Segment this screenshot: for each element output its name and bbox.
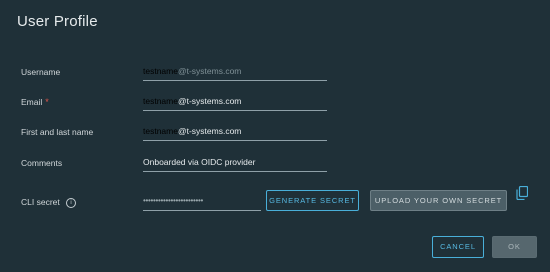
- email-domain-part: @t-systems.com: [177, 96, 242, 106]
- email-field[interactable]: testname@t-systems.com: [143, 92, 327, 111]
- username-field[interactable]: testname@t-systems.com: [143, 62, 327, 81]
- cli-secret-label: CLI secret: [21, 197, 60, 207]
- cli-secret-field[interactable]: ••••••••••••••••••••••••: [143, 192, 261, 211]
- comments-row: Comments Onboarded via OIDC provider: [0, 153, 550, 173]
- generate-secret-button[interactable]: GENERATE SECRET: [266, 190, 359, 211]
- ok-button[interactable]: OK: [492, 236, 537, 258]
- username-user-part: testname: [143, 66, 178, 76]
- email-user-part: testname: [143, 96, 178, 106]
- required-indicator: *: [45, 97, 49, 107]
- info-icon[interactable]: i: [66, 198, 76, 208]
- copy-icon[interactable]: [516, 186, 528, 200]
- comments-label: Comments: [21, 158, 63, 168]
- full-name-row: First and last name testname@t-systems.c…: [0, 122, 550, 142]
- dialog-title: User Profile: [17, 13, 98, 30]
- full-name-label: First and last name: [21, 127, 94, 137]
- user-profile-dialog: User Profile Username testname@t-systems…: [0, 0, 550, 272]
- username-row: Username testname@t-systems.com: [0, 62, 550, 82]
- comments-field[interactable]: Onboarded via OIDC provider: [143, 153, 327, 172]
- email-label: Email *: [21, 92, 49, 112]
- email-label-text: Email: [21, 97, 43, 107]
- username-domain-part: @t-systems.com: [177, 66, 242, 76]
- full-name-field[interactable]: testname@t-systems.com: [143, 122, 327, 141]
- upload-secret-button[interactable]: UPLOAD YOUR OWN SECRET: [370, 190, 507, 211]
- full-name-user-part: testname: [143, 126, 178, 136]
- email-row: Email * testname@t-systems.com: [0, 92, 550, 112]
- cancel-button[interactable]: CANCEL: [432, 236, 484, 258]
- username-label: Username: [21, 67, 61, 77]
- full-name-domain-part: @t-systems.com: [177, 126, 242, 136]
